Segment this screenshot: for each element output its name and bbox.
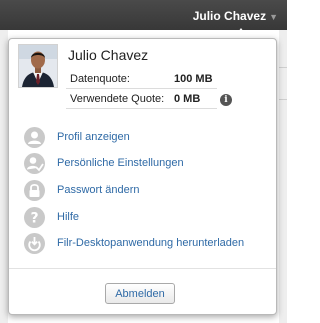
menu-item-view-profile[interactable]: Profil anzeigen [24, 127, 264, 149]
menu-item-label[interactable]: Filr-Desktopanwendung herunterladen [57, 237, 244, 249]
quota-value: 100 MB [174, 73, 213, 85]
user-name[interactable]: Julio Chavez [193, 9, 266, 23]
logout-button[interactable]: Abmelden [105, 283, 175, 304]
user-menu-toggle[interactable]: Julio Chavez ▼ [193, 8, 278, 24]
background-divider [279, 99, 287, 100]
chevron-down-icon[interactable]: ▼ [269, 10, 278, 24]
menu-item-help[interactable]: ? Hilfe [24, 207, 264, 229]
quota-separator [66, 108, 217, 109]
svg-text:?: ? [30, 211, 38, 227]
menu-item-label[interactable]: Persönliche Einstellungen [57, 157, 184, 169]
menu-item-download-desktop-app[interactable]: Filr-Desktopanwendung herunterladen [24, 233, 264, 255]
user-icon [24, 127, 45, 148]
background-divider [279, 67, 287, 68]
help-icon: ? [24, 207, 45, 228]
menu-item-label[interactable]: Passwort ändern [57, 184, 140, 196]
divider [9, 268, 276, 269]
avatar [18, 44, 58, 88]
menu-item-label[interactable]: Profil anzeigen [57, 131, 130, 143]
info-icon[interactable]: i [220, 94, 232, 106]
quota-label: Datenquote: [70, 73, 130, 85]
user-dropdown-panel: Julio Chavez Datenquote: 100 MB Verwende… [8, 38, 277, 315]
top-bar: Julio Chavez ▼ [0, 0, 287, 30]
menu-item-label[interactable]: Hilfe [57, 211, 79, 223]
user-settings-icon [24, 153, 45, 174]
background-right [279, 30, 287, 323]
lock-icon [24, 180, 45, 201]
download-icon [24, 233, 45, 254]
used-quota-value: 0 MB [174, 93, 201, 105]
menu-item-change-password[interactable]: Passwort ändern [24, 180, 264, 202]
menu-item-personal-settings[interactable]: Persönliche Einstellungen [24, 153, 264, 175]
used-quota-label: Verwendete Quote: [70, 93, 165, 105]
profile-name: Julio Chavez [68, 47, 149, 63]
background-left [0, 30, 8, 323]
quota-separator [66, 88, 217, 89]
